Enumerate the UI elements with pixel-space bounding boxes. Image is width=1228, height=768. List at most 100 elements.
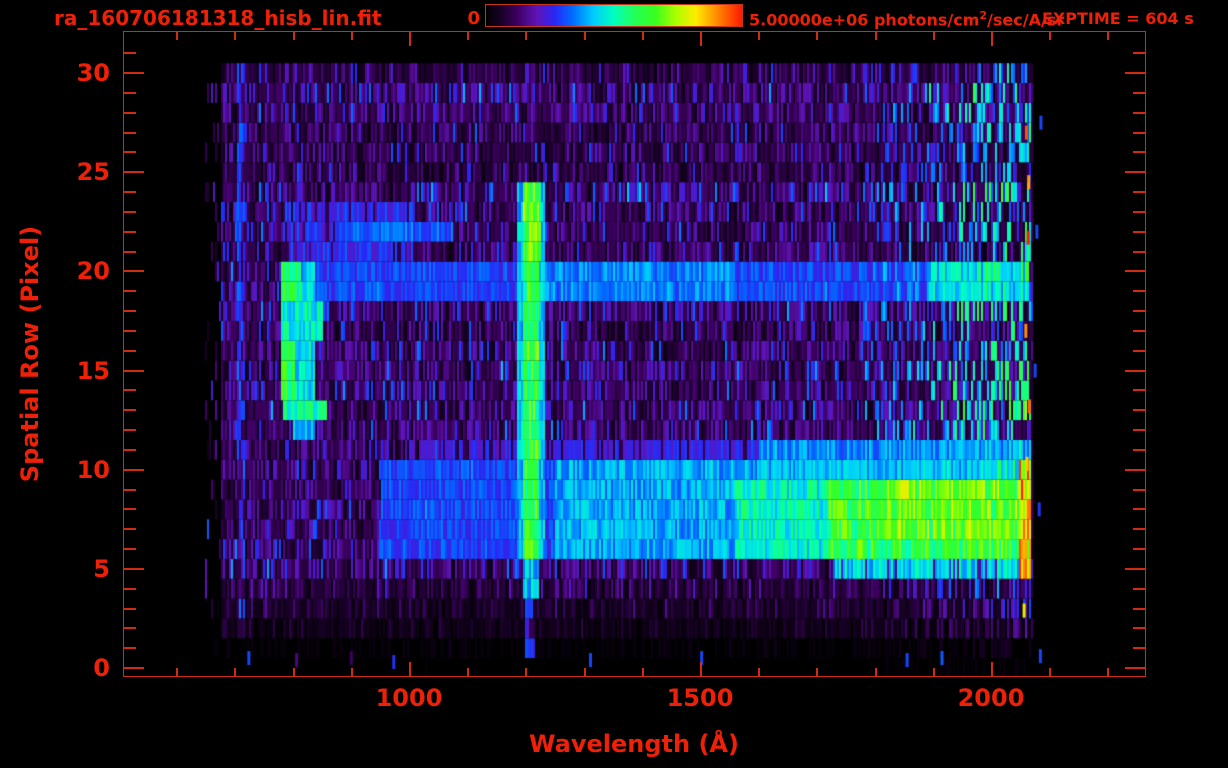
y-minor-tick bbox=[1133, 111, 1145, 114]
y-minor-tick bbox=[1133, 151, 1145, 154]
exptime-label: EXPTIME = 604 s bbox=[1042, 9, 1194, 28]
y-minor-tick bbox=[1133, 548, 1145, 551]
y-minor-tick bbox=[124, 389, 136, 392]
y-minor-tick bbox=[1133, 389, 1145, 392]
y-minor-tick bbox=[124, 429, 136, 432]
x-minor-tick bbox=[176, 32, 179, 40]
y-minor-tick bbox=[124, 52, 136, 55]
x-minor-tick bbox=[1107, 668, 1110, 676]
x-minor-tick bbox=[583, 32, 586, 40]
spectrogram-canvas bbox=[124, 32, 1145, 676]
y-tick-label: 30 bbox=[76, 59, 110, 88]
y-major-tick bbox=[124, 171, 144, 174]
x-minor-tick bbox=[874, 32, 877, 40]
x-minor-tick bbox=[641, 32, 644, 40]
y-tick-label: 10 bbox=[76, 455, 110, 484]
x-tick-label: 1500 bbox=[666, 684, 734, 712]
y-minor-tick bbox=[1133, 409, 1145, 412]
colorbar-units-superscript: 2 bbox=[979, 9, 988, 22]
x-major-tick bbox=[991, 662, 993, 676]
y-major-tick bbox=[1125, 369, 1145, 372]
x-minor-tick bbox=[525, 32, 528, 40]
y-minor-tick bbox=[124, 230, 136, 233]
y-minor-tick bbox=[124, 329, 136, 332]
x-minor-tick bbox=[467, 668, 470, 676]
x-minor-tick bbox=[292, 668, 295, 676]
y-minor-tick bbox=[124, 290, 136, 293]
x-minor-tick bbox=[1049, 32, 1052, 40]
y-minor-tick bbox=[1133, 131, 1145, 134]
colorbar-max-label: 5.00000e+06 photons/cm2/sec/A/sr bbox=[749, 9, 1064, 29]
colorbar-max-value: 5.00000e+06 bbox=[749, 10, 874, 30]
y-minor-tick bbox=[1133, 191, 1145, 194]
y-minor-tick bbox=[1133, 290, 1145, 293]
y-minor-tick bbox=[1133, 310, 1145, 313]
x-minor-tick bbox=[874, 668, 877, 676]
x-minor-tick bbox=[932, 668, 935, 676]
x-tick-label: 2000 bbox=[957, 684, 1025, 712]
y-minor-tick bbox=[1133, 230, 1145, 233]
y-minor-tick bbox=[124, 191, 136, 194]
y-minor-tick bbox=[124, 131, 136, 134]
y-minor-tick bbox=[124, 548, 136, 551]
x-minor-tick bbox=[467, 32, 470, 40]
colorbar-units-prefix: photons/cm bbox=[873, 10, 980, 30]
x-minor-tick bbox=[932, 32, 935, 40]
x-minor-tick bbox=[234, 32, 237, 40]
x-axis-title: Wavelength (Å) bbox=[529, 730, 739, 758]
y-axis-title: Spatial Row (Pixel) bbox=[16, 225, 44, 483]
y-tick-label: 25 bbox=[76, 158, 110, 187]
x-major-tick bbox=[991, 32, 993, 46]
y-minor-tick bbox=[124, 647, 136, 650]
y-minor-tick bbox=[1133, 607, 1145, 610]
spectrogram-viewer-window: ra_160706181318_hisb_lin.fit 0 5.00000e+… bbox=[0, 0, 1228, 768]
y-minor-tick bbox=[1133, 508, 1145, 511]
y-minor-tick bbox=[124, 210, 136, 213]
y-major-tick bbox=[124, 369, 144, 372]
y-major-tick bbox=[1125, 567, 1145, 570]
x-minor-tick bbox=[350, 668, 353, 676]
y-minor-tick bbox=[1133, 210, 1145, 213]
y-minor-tick bbox=[1133, 647, 1145, 650]
y-minor-tick bbox=[124, 349, 136, 352]
y-major-tick bbox=[124, 567, 144, 570]
y-minor-tick bbox=[1133, 52, 1145, 55]
x-minor-tick bbox=[816, 668, 819, 676]
x-major-tick bbox=[700, 662, 702, 676]
x-minor-tick bbox=[525, 668, 528, 676]
y-major-tick bbox=[1125, 270, 1145, 273]
y-major-tick bbox=[1125, 72, 1145, 75]
y-tick-label: 0 bbox=[93, 654, 110, 682]
y-minor-tick bbox=[1133, 349, 1145, 352]
y-major-tick bbox=[1125, 171, 1145, 174]
y-major-tick bbox=[124, 270, 144, 273]
y-minor-tick bbox=[124, 310, 136, 313]
y-minor-tick bbox=[1133, 587, 1145, 590]
colorbar-min-label: 0 bbox=[467, 8, 480, 29]
x-minor-tick bbox=[758, 668, 761, 676]
x-minor-tick bbox=[350, 32, 353, 40]
y-minor-tick bbox=[1133, 488, 1145, 491]
y-minor-tick bbox=[1133, 528, 1145, 531]
y-minor-tick bbox=[1133, 250, 1145, 253]
y-minor-tick bbox=[124, 627, 136, 630]
plot-frame bbox=[123, 31, 1146, 677]
x-minor-tick bbox=[176, 668, 179, 676]
y-minor-tick bbox=[124, 488, 136, 491]
y-minor-tick bbox=[124, 448, 136, 451]
x-minor-tick bbox=[1049, 668, 1052, 676]
x-tick-label: 1000 bbox=[375, 684, 443, 712]
y-minor-tick bbox=[124, 508, 136, 511]
y-minor-tick bbox=[1133, 91, 1145, 94]
y-minor-tick bbox=[1133, 448, 1145, 451]
x-minor-tick bbox=[1107, 32, 1110, 40]
y-minor-tick bbox=[124, 607, 136, 610]
x-minor-tick bbox=[758, 32, 761, 40]
y-major-tick bbox=[1125, 468, 1145, 471]
y-major-tick bbox=[124, 667, 144, 669]
y-tick-label: 5 bbox=[93, 554, 110, 583]
y-minor-tick bbox=[124, 151, 136, 154]
y-minor-tick bbox=[1133, 627, 1145, 630]
y-minor-tick bbox=[124, 91, 136, 94]
x-major-tick bbox=[700, 32, 702, 46]
